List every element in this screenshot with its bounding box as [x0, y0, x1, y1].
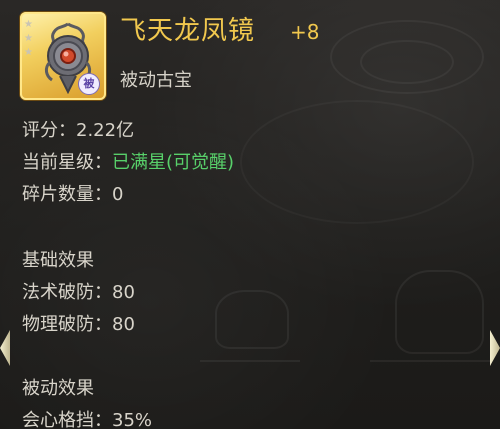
- star-icon: ★: [24, 33, 33, 44]
- passive-effect-row: 会心格挡：35%: [22, 408, 152, 429]
- star-level-label: 当前星级：: [22, 152, 112, 173]
- background-stand-decoration: [200, 360, 300, 362]
- arrow-left-icon[interactable]: [0, 330, 10, 366]
- item-enhance-level: +8: [290, 20, 320, 44]
- background-vase-decoration: [215, 290, 289, 349]
- background-cloud-decoration: [240, 100, 474, 224]
- basic-effect-row: 物理破防：80: [22, 312, 135, 338]
- score-row: 评分：2.22亿: [22, 118, 134, 144]
- fragment-count-label: 碎片数量：: [22, 184, 112, 205]
- arrow-right-icon[interactable]: [490, 330, 500, 366]
- star-icon: ★: [24, 19, 33, 30]
- star-icon: ★: [24, 47, 33, 58]
- star-level-row: 当前星级：已满星(可觉醒): [22, 150, 234, 176]
- effect-label: 会心格挡：: [22, 410, 112, 429]
- effect-value: 80: [112, 282, 135, 303]
- item-icon-frame[interactable]: ★ ★ ★ 被: [20, 12, 106, 100]
- item-name: 飞天龙凤镜: [120, 16, 256, 46]
- fragment-count-value: 0: [112, 184, 124, 205]
- effect-value: 35%: [112, 410, 153, 429]
- passive-effects-title: 被动效果: [22, 378, 94, 399]
- item-tooltip-panel: ★ ★ ★ 被 飞天龙凤镜 +8 被动古宝 评分：2.22亿 当前星级：已满星(…: [0, 0, 500, 429]
- background-stand-decoration: [370, 360, 490, 362]
- effect-label: 物理破防：: [22, 314, 112, 335]
- effect-value: 80: [112, 314, 135, 335]
- passive-badge: 被: [78, 73, 100, 95]
- item-type: 被动古宝: [120, 70, 192, 91]
- effect-label: 法术破防：: [22, 282, 112, 303]
- basic-effects-title: 基础效果: [22, 250, 94, 271]
- star-level-value: 已满星(可觉醒): [112, 152, 235, 173]
- basic-effect-row: 法术破防：80: [22, 280, 135, 306]
- score-label: 评分：: [22, 120, 76, 141]
- background-vase-decoration: [395, 270, 484, 354]
- score-value: 2.22亿: [76, 120, 135, 141]
- fragment-count-row: 碎片数量：0: [22, 182, 123, 208]
- background-cloud-decoration: [360, 40, 454, 84]
